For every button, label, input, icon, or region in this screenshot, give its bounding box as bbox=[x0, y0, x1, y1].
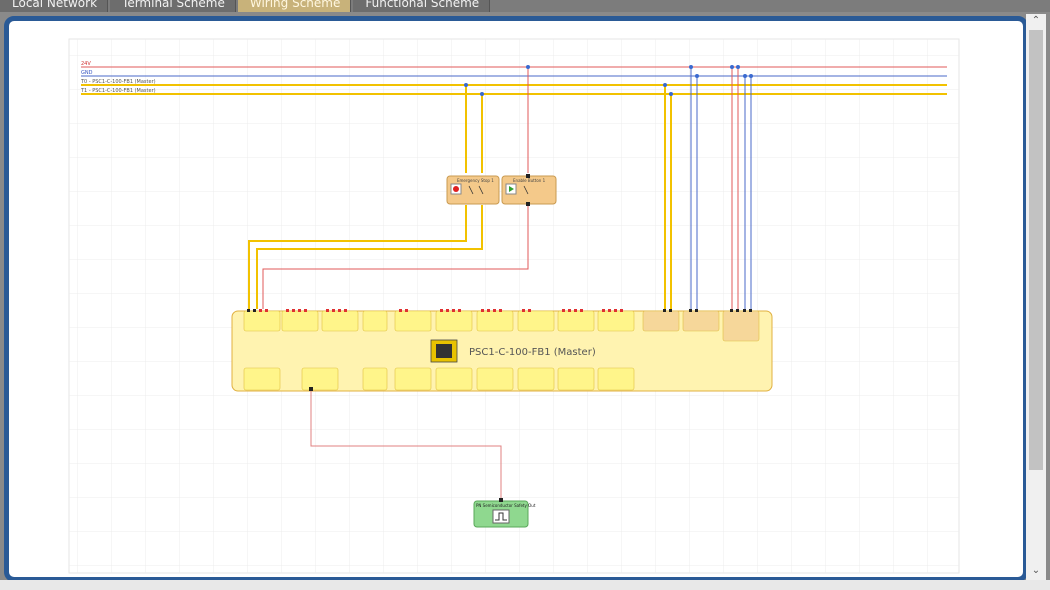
wiring-diagram[interactable]: 24V GND T0 - PSC1-C-100-FB1 (Master) T1 … bbox=[9, 21, 1023, 577]
controller-label: PSC1-C-100-FB1 (Master) bbox=[469, 347, 596, 358]
sheet-grid bbox=[69, 39, 959, 573]
scroll-up-icon[interactable]: ⌃ bbox=[1026, 14, 1046, 28]
scroll-down-icon[interactable]: ⌄ bbox=[1026, 564, 1046, 578]
output-pin bbox=[309, 387, 313, 391]
tab-functional-scheme[interactable]: Functional Scheme bbox=[353, 0, 491, 12]
wiring-canvas-frame: 24V GND T0 - PSC1-C-100-FB1 (Master) T1 … bbox=[4, 16, 1028, 582]
enable-button-device[interactable]: Enable Button 1 bbox=[501, 174, 557, 206]
emergency-stop-device[interactable]: Emergency Stop 1 bbox=[446, 175, 500, 205]
vertical-scrollbar[interactable]: ⌃ ⌄ bbox=[1026, 14, 1046, 580]
controller-chip-icon bbox=[430, 339, 458, 363]
emergency-stop-label: Emergency Stop 1 bbox=[457, 178, 494, 183]
rail-label-24v: 24V bbox=[81, 61, 91, 67]
enable-button-label: Enable Button 1 bbox=[513, 178, 546, 183]
tab-bar: Local Network Terminal Scheme Wiring Sch… bbox=[0, 0, 1050, 12]
rail-label-gnd: GND bbox=[81, 70, 93, 76]
horizontal-scrollbar[interactable] bbox=[0, 580, 1050, 590]
safety-output-device[interactable]: PN Semiconductor Safety Out bbox=[473, 498, 536, 528]
tab-local-network[interactable]: Local Network bbox=[0, 0, 109, 12]
scroll-thumb[interactable] bbox=[1029, 30, 1043, 470]
controller-module[interactable]: PSC1-C-100-FB1 (Master) bbox=[231, 309, 773, 392]
safety-output-label: PN Semiconductor Safety Out bbox=[476, 503, 536, 508]
tab-terminal-scheme[interactable]: Terminal Scheme bbox=[110, 0, 236, 12]
bottom-terminal-blocks bbox=[243, 367, 635, 391]
pulse-output-icon bbox=[492, 509, 510, 524]
tab-wiring-scheme[interactable]: Wiring Scheme bbox=[237, 0, 352, 12]
